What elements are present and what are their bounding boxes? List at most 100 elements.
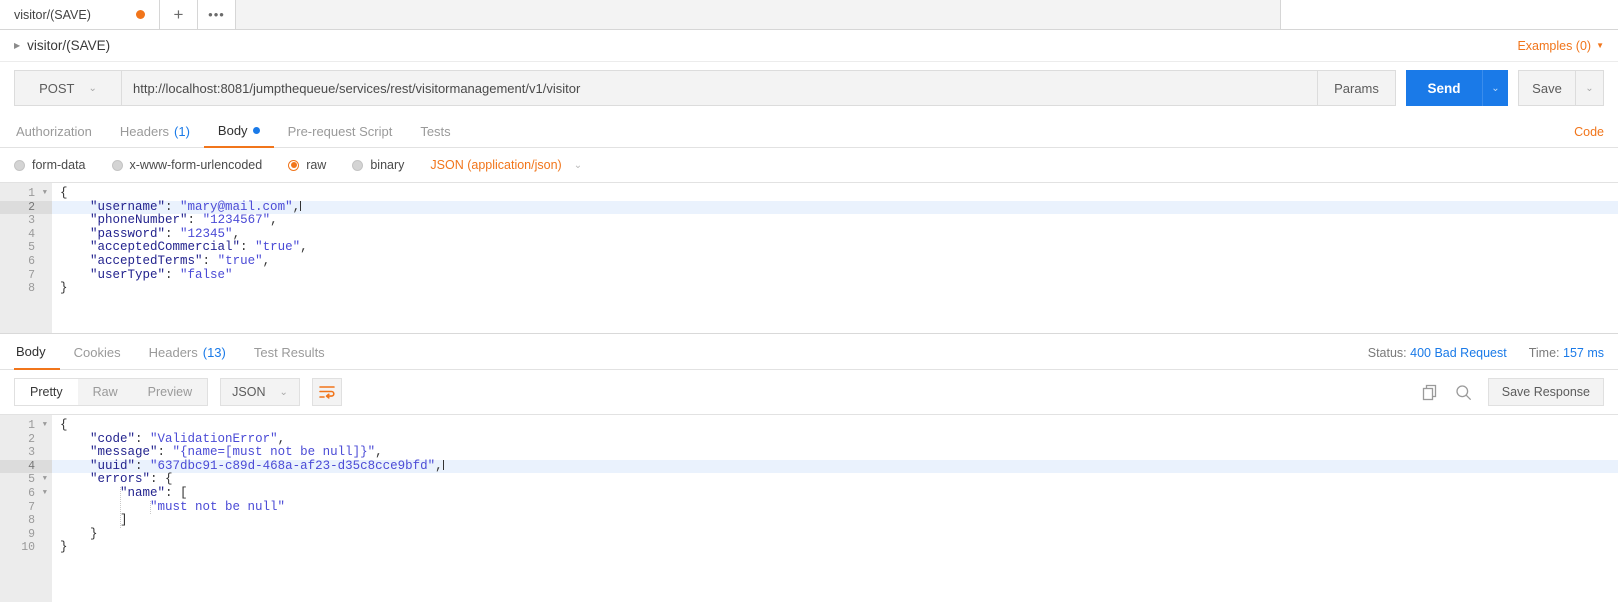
request-tab-pre-request-script[interactable]: Pre-request Script bbox=[274, 124, 407, 147]
response-tab-body[interactable]: Body bbox=[14, 344, 60, 370]
radio-icon[interactable] bbox=[14, 159, 25, 171]
status-badge-value: 400 Bad Request bbox=[1410, 346, 1507, 360]
breadcrumb-row: ▶ visitor/(SAVE) Examples (0) ▼ bbox=[0, 30, 1618, 62]
tab-options-button[interactable]: ••• bbox=[198, 0, 236, 29]
json-punct: : bbox=[202, 253, 218, 268]
json-value: "false" bbox=[180, 267, 233, 282]
request-tab-bar: visitor/(SAVE) + ••• bbox=[0, 0, 1618, 30]
time-badge-label: Time: bbox=[1528, 346, 1563, 360]
chevron-down-icon: ⌄ bbox=[88, 82, 97, 94]
json-key: "name" bbox=[120, 485, 166, 500]
request-code-area[interactable]: { "username": "mary@mail.com", "phoneNum… bbox=[52, 183, 1618, 333]
response-tab-headers[interactable]: Headers (13) bbox=[135, 345, 240, 369]
body-type-label: raw bbox=[306, 158, 327, 172]
save-response-button[interactable]: Save Response bbox=[1487, 378, 1604, 406]
unsaved-changes-dot bbox=[136, 10, 145, 19]
request-body-editor[interactable]: 1 ▼ 2 3 4 5 6 7 8 { "username": "mary@mail.com",… bbox=[0, 182, 1618, 334]
text-cursor bbox=[442, 459, 444, 470]
save-button[interactable]: Save bbox=[1518, 70, 1576, 106]
request-tab-label: Pre-request Script bbox=[287, 124, 393, 139]
json-punct: { bbox=[60, 186, 68, 200]
fold-toggle-icon[interactable]: ▼ bbox=[43, 419, 47, 433]
request-tab-label: Authorization bbox=[16, 124, 92, 139]
request-tab-body[interactable]: Body bbox=[203, 123, 274, 148]
response-view-pretty[interactable]: Pretty bbox=[15, 379, 78, 405]
json-punct: } bbox=[60, 540, 68, 555]
response-view-raw[interactable]: Raw bbox=[78, 379, 133, 405]
body-type-label: form-data bbox=[32, 158, 86, 172]
response-tab-test-results[interactable]: Test Results bbox=[240, 345, 339, 369]
response-code-area[interactable]: { "code": "ValidationError", "message": … bbox=[52, 415, 1618, 602]
body-type-label: x-www-form-urlencoded bbox=[129, 158, 263, 172]
json-key: "code" bbox=[90, 431, 136, 446]
response-code-line: "uuid": "637dbc91-c89d-468a-af23-d35c8cc… bbox=[52, 459, 1618, 474]
json-value: "true" bbox=[255, 240, 301, 255]
body-present-dot-icon bbox=[252, 127, 260, 134]
json-key: "phoneNumber" bbox=[90, 213, 188, 228]
body-type-label: binary bbox=[370, 158, 405, 172]
body-type-option-form-data[interactable]: form-data bbox=[14, 158, 86, 172]
copy-icon bbox=[1422, 384, 1436, 400]
response-format-select[interactable]: JSON ⌄ bbox=[220, 378, 300, 406]
request-tab-tests[interactable]: Tests bbox=[406, 124, 464, 147]
request-tab-authorization[interactable]: Authorization bbox=[14, 124, 106, 147]
save-options-button[interactable]: ⌄ bbox=[1576, 70, 1604, 106]
examples-dropdown[interactable]: Examples (0) ▼ bbox=[1517, 39, 1604, 53]
url-bar: POST ⌄ http://localhost:8081/jumpthequeu… bbox=[0, 62, 1618, 114]
body-type-option-binary[interactable]: binary bbox=[352, 158, 404, 172]
new-tab-button[interactable]: + bbox=[160, 0, 198, 29]
request-code-line: "phoneNumber": "1234567", bbox=[52, 213, 1618, 228]
search-button[interactable] bbox=[1455, 384, 1472, 401]
radio-icon[interactable] bbox=[111, 159, 123, 171]
status-badge-label: Status: bbox=[1367, 346, 1411, 360]
request-tab-label: Tests bbox=[420, 124, 451, 139]
request-tab-visitor-save[interactable]: visitor/(SAVE) bbox=[0, 0, 160, 29]
time-badge: Time: 157 ms bbox=[1529, 346, 1604, 360]
save-button-group: Save ⌄ bbox=[1518, 70, 1604, 106]
search-icon bbox=[1456, 384, 1471, 400]
fold-toggle-icon[interactable]: ▼ bbox=[43, 473, 47, 487]
response-view-preview[interactable]: Preview bbox=[133, 379, 207, 405]
send-options-button[interactable]: ⌄ bbox=[1482, 70, 1508, 106]
request-tab-headers[interactable]: Headers (1) bbox=[106, 124, 204, 147]
json-key: "message" bbox=[90, 445, 158, 460]
body-type-option-x-www-form-urlencoded[interactable]: x-www-form-urlencoded bbox=[111, 158, 263, 172]
text-cursor bbox=[300, 200, 302, 211]
params-button[interactable]: Params bbox=[1318, 70, 1396, 106]
content-type-select[interactable]: JSON (application/json) ⌄ bbox=[430, 158, 582, 172]
http-method-select[interactable]: POST ⌄ bbox=[14, 70, 122, 106]
json-punct: , bbox=[375, 445, 383, 460]
json-punct: , bbox=[300, 240, 308, 255]
radio-icon[interactable] bbox=[288, 159, 300, 171]
breadcrumb-label: visitor/(SAVE) bbox=[27, 38, 111, 53]
json-punct: , bbox=[270, 213, 278, 228]
tab-bar-right-area bbox=[1280, 0, 1618, 29]
request-tab-label: visitor/(SAVE) bbox=[14, 7, 91, 22]
response-view-switcher: Pretty Raw Preview bbox=[14, 378, 209, 406]
fold-toggle-icon[interactable]: ▼ bbox=[43, 187, 47, 201]
request-code-line: } bbox=[52, 281, 1618, 296]
body-type-option-raw[interactable]: raw bbox=[288, 158, 326, 172]
request-line-number: 3 bbox=[28, 214, 35, 228]
tab-bar-filler bbox=[236, 0, 1280, 29]
request-code-line: "username": "mary@mail.com", bbox=[52, 200, 1618, 215]
url-input[interactable]: http://localhost:8081/jumpthequeue/servi… bbox=[122, 70, 1318, 106]
wrap-lines-icon bbox=[319, 386, 335, 399]
response-body-viewer[interactable]: 1 ▼ 2 3 4 5 ▼ 6 ▼ 7 8 9 10 { "code": "ValidationErro… bbox=[0, 414, 1618, 602]
chevron-down-icon: ⌄ bbox=[573, 159, 583, 171]
response-tab-cookies[interactable]: Cookies bbox=[60, 345, 135, 369]
breadcrumb[interactable]: ▶ visitor/(SAVE) bbox=[14, 38, 110, 53]
request-code-line: "userType": "false" bbox=[52, 267, 1618, 283]
response-line-number: 6 ▼ bbox=[28, 486, 47, 501]
chevron-right-icon[interactable]: ▶ bbox=[14, 41, 20, 50]
fold-toggle-icon[interactable]: ▼ bbox=[43, 487, 47, 501]
wrap-lines-button[interactable] bbox=[311, 378, 342, 406]
radio-icon[interactable] bbox=[352, 159, 364, 171]
code-link[interactable]: Code bbox=[1574, 125, 1604, 147]
send-button[interactable]: Send bbox=[1406, 70, 1482, 106]
response-meta: Status: 400 Bad Request Time: 157 ms bbox=[1368, 346, 1604, 369]
copy-button[interactable] bbox=[1422, 384, 1439, 401]
json-punct: : bbox=[187, 213, 203, 228]
postman-window: visitor/(SAVE) + ••• ▶ visitor/(SAVE) Ex… bbox=[0, 0, 1618, 602]
url-text: http://localhost:8081/jumpthequeue/servi… bbox=[133, 80, 581, 96]
